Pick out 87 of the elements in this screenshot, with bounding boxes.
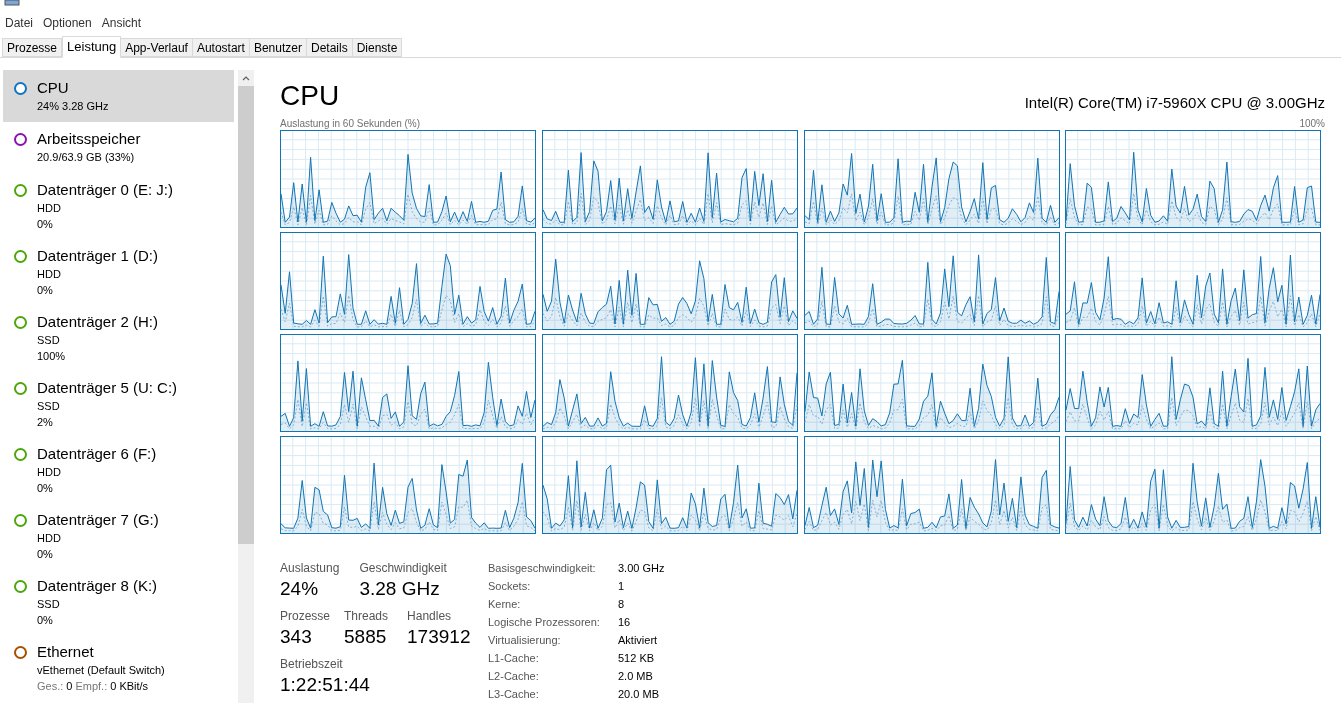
detail-label: Basisgeschwindigkeit: bbox=[488, 561, 597, 576]
sidebar-item-name: Datenträger 1 (D:) bbox=[37, 246, 158, 266]
graph-label: Auslastung in 60 Sekunden (%) bbox=[280, 117, 421, 129]
sidebar-item[interactable]: Ethernet vEthernet (Default Switch) Ges.: 0 Empf.: 0 KBit/s bbox=[3, 634, 234, 700]
sidebar-item-detail: SSD bbox=[37, 399, 61, 414]
sidebar-item-detail: 20.9/63.9 GB (33%) bbox=[37, 150, 136, 165]
cpu-title: CPU bbox=[280, 82, 340, 110]
tab[interactable]: Autostart bbox=[191, 38, 250, 57]
stat-label: Geschwindigkeit bbox=[359, 560, 447, 576]
sidebar-item-detail: SSD bbox=[37, 597, 61, 612]
sidebar-item-name: Datenträger 0 (E: J:) bbox=[37, 180, 173, 200]
sidebar-item[interactable]: Datenträger 8 (K:) SSD 0% bbox=[3, 568, 234, 634]
stat-label: Auslastung bbox=[280, 560, 340, 576]
stat-label: Threads bbox=[344, 608, 390, 624]
tab[interactable]: App-Verlauf bbox=[120, 38, 193, 57]
sidebar-item-name: Datenträger 7 (G:) bbox=[37, 510, 159, 530]
detail-value: 8 bbox=[618, 597, 626, 612]
menu-item[interactable]: Ansicht bbox=[101, 14, 142, 32]
rate-label: Ges.: bbox=[37, 679, 64, 694]
rate-value: 0 KBit/s bbox=[110, 679, 149, 694]
sidebar-item-name: Datenträger 8 (K:) bbox=[37, 576, 158, 596]
sidebar-item-detail: 24% 3.28 GHz bbox=[37, 99, 109, 114]
graph-max-label: 100% bbox=[1299, 117, 1325, 129]
sidebar-item-name: Ethernet bbox=[37, 642, 95, 662]
sidebar-item-detail: 0% bbox=[37, 613, 54, 628]
sidebar-item-detail: 2% bbox=[37, 415, 54, 430]
scroll-up-icon[interactable] bbox=[242, 75, 250, 81]
detail-label: Virtualisierung: bbox=[488, 633, 562, 648]
stat-label: Prozesse bbox=[280, 608, 332, 624]
stat-value: 343 bbox=[280, 625, 313, 649]
sidebar-item-detail: 0% bbox=[37, 547, 54, 562]
sidebar-item-name: CPU bbox=[37, 78, 70, 98]
sidebar-item-detail: 0% bbox=[37, 217, 54, 232]
detail-value: 1 bbox=[618, 579, 626, 594]
detail-label: L1-Cache: bbox=[488, 651, 540, 666]
sidebar-item-detail: vEthernet (Default Switch) bbox=[37, 663, 165, 678]
detail-value: 16 bbox=[618, 615, 632, 630]
stat-label: Betriebszeit bbox=[280, 656, 344, 672]
detail-label: L3-Cache: bbox=[488, 687, 540, 702]
sidebar-item[interactable]: Datenträger 6 (F:) HDD 0% bbox=[3, 436, 234, 502]
detail-value: 512 KB bbox=[618, 651, 656, 666]
detail-value: 20.0 MB bbox=[618, 687, 660, 702]
sidebar-item-detail: HDD bbox=[37, 531, 62, 546]
sidebar-item-detail: 0% bbox=[37, 481, 54, 496]
detail-value: 3.00 GHz bbox=[618, 561, 665, 576]
sidebar-item-detail: HDD bbox=[37, 465, 62, 480]
stat-value: 173912 bbox=[407, 625, 472, 649]
tab[interactable]: Prozesse bbox=[2, 38, 63, 57]
sidebar-item[interactable]: Datenträger 0 (E: J:) HDD 0% bbox=[3, 172, 234, 238]
detail-value: Aktiviert bbox=[618, 633, 659, 648]
sidebar-item[interactable]: Datenträger 7 (G:) HDD 0% bbox=[3, 502, 234, 568]
tab[interactable]: Dienste bbox=[351, 38, 403, 57]
scrollbar-thumb[interactable] bbox=[238, 86, 254, 544]
sidebar-item-detail: 100% bbox=[37, 349, 67, 364]
detail-label: Logische Prozessoren: bbox=[488, 615, 601, 630]
sidebar-item[interactable]: Arbeitsspeicher 20.9/63.9 GB (33%) bbox=[3, 121, 234, 173]
stat-value: 5885 bbox=[344, 625, 388, 649]
tab[interactable]: Leistung bbox=[62, 36, 122, 58]
menu-item[interactable]: Optionen bbox=[43, 14, 92, 32]
menu-item[interactable]: Datei bbox=[5, 14, 33, 32]
sidebar-item-detail: HDD bbox=[37, 267, 62, 282]
sidebar-item[interactable]: Datenträger 5 (U: C:) SSD 2% bbox=[3, 370, 234, 436]
sidebar-item-name: Datenträger 2 (H:) bbox=[37, 312, 158, 332]
stat-value: 24% bbox=[280, 577, 320, 601]
stat-value: 1:22:51:44 bbox=[280, 673, 371, 697]
scrollbar[interactable] bbox=[238, 70, 254, 703]
app-icon bbox=[4, 0, 20, 6]
rate-label: Empf.: bbox=[75, 679, 108, 694]
detail-label: L2-Cache: bbox=[488, 669, 540, 684]
sidebar-item-name: Datenträger 5 (U: C:) bbox=[37, 378, 178, 398]
stat-label: Handles bbox=[407, 608, 453, 624]
sidebar-item[interactable]: CPU 24% 3.28 GHz bbox=[3, 70, 234, 122]
detail-value: 2.0 MB bbox=[618, 669, 654, 684]
rate-value: 0 bbox=[66, 679, 73, 694]
tab[interactable]: Benutzer bbox=[248, 38, 307, 57]
sidebar-item-detail: 0% bbox=[37, 283, 54, 298]
cpu-model: Intel(R) Core(TM) i7-5960X CPU @ 3.00GHz bbox=[1024, 95, 1325, 110]
detail-label: Kerne: bbox=[488, 597, 522, 612]
tab[interactable]: Details bbox=[305, 38, 353, 57]
sidebar-item-detail: HDD bbox=[37, 201, 62, 216]
sidebar-item-name: Arbeitsspeicher bbox=[37, 129, 141, 149]
sidebar-item-name: Datenträger 6 (F:) bbox=[37, 444, 157, 464]
sidebar-item[interactable]: Datenträger 2 (H:) SSD 100% bbox=[3, 304, 234, 370]
sidebar-item-detail: SSD bbox=[37, 333, 61, 348]
sidebar-item[interactable]: Datenträger 1 (D:) HDD 0% bbox=[3, 238, 234, 304]
detail-label: Sockets: bbox=[488, 579, 532, 594]
stat-value: 3.28 GHz bbox=[359, 577, 441, 601]
